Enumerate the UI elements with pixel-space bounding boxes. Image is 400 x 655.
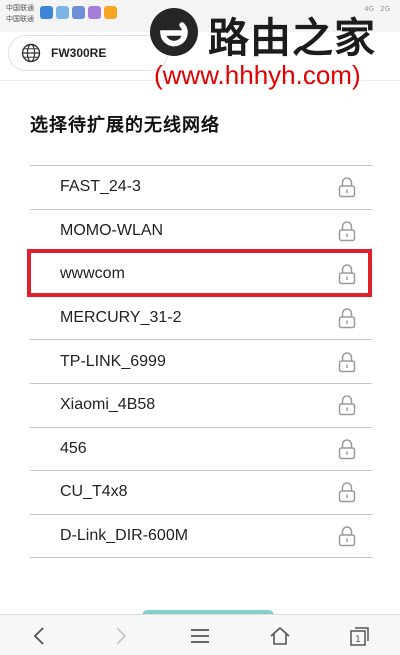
network-item[interactable]: Xiaomi_4B58 — [30, 384, 372, 428]
watermark-title: 路由之家 — [208, 14, 376, 62]
globe-icon — [21, 43, 41, 63]
browser-bottom-bar: 1 — [0, 614, 400, 655]
lock-icon — [338, 221, 356, 242]
signal-label-2: 2G — [380, 5, 390, 13]
lock-icon — [338, 351, 356, 372]
lock-icon — [338, 439, 356, 460]
tabs-icon[interactable]: 1 — [348, 624, 372, 648]
network-name: Xiaomi_4B58 — [60, 396, 156, 414]
notification-app-icon — [40, 6, 53, 19]
network-name: MOMO-WLAN — [60, 221, 164, 239]
carrier-label-2: 中国联通 — [6, 15, 34, 23]
network-item-selected[interactable]: wwwcom — [30, 253, 372, 297]
network-item[interactable]: D-Link_DIR-600M — [30, 515, 372, 559]
network-item[interactable]: MOMO-WLAN — [30, 210, 372, 254]
page-title: 选择待扩展的无线网络 — [30, 115, 220, 136]
notification-app-icon — [56, 6, 69, 19]
home-icon[interactable] — [268, 624, 292, 648]
lock-icon — [338, 177, 356, 198]
network-name: wwwcom — [60, 265, 125, 283]
notification-app-icon — [88, 6, 101, 19]
network-list: FAST_24-3 MOMO-WLAN wwwcom MERCURY_31-2 … — [30, 165, 372, 559]
notification-app-icon — [104, 6, 117, 19]
lock-icon — [338, 308, 356, 329]
chevron-left-icon[interactable] — [28, 624, 52, 648]
lock-icon — [338, 482, 356, 503]
network-item[interactable]: TP-LINK_6999 — [30, 340, 372, 384]
lock-icon — [338, 395, 356, 416]
network-name: TP-LINK_6999 — [60, 352, 166, 370]
address-bar[interactable]: FW300RE — [8, 35, 168, 71]
watermark-url: (www.hhhyh.com) — [154, 60, 361, 90]
lock-icon — [338, 264, 356, 285]
network-name: 456 — [60, 439, 87, 457]
network-item[interactable]: CU_T4x8 — [30, 471, 372, 515]
tabs-count: 1 — [355, 635, 361, 645]
carrier-label-1: 中国联通 — [6, 4, 34, 12]
menu-icon[interactable] — [188, 624, 212, 648]
network-item[interactable]: FAST_24-3 — [30, 166, 372, 210]
network-name: MERCURY_31-2 — [60, 309, 182, 327]
e-logo-icon — [150, 8, 198, 56]
lock-icon — [338, 526, 356, 547]
notification-icons — [40, 6, 117, 19]
network-name: CU_T4x8 — [60, 483, 128, 501]
chevron-right-icon[interactable] — [108, 624, 132, 648]
notification-app-icon — [72, 6, 85, 19]
network-name: D-Link_DIR-600M — [60, 527, 189, 545]
url-text: FW300RE — [51, 46, 107, 60]
network-item[interactable]: 456 — [30, 428, 372, 472]
network-item[interactable]: MERCURY_31-2 — [30, 297, 372, 341]
network-name: FAST_24-3 — [60, 178, 141, 196]
